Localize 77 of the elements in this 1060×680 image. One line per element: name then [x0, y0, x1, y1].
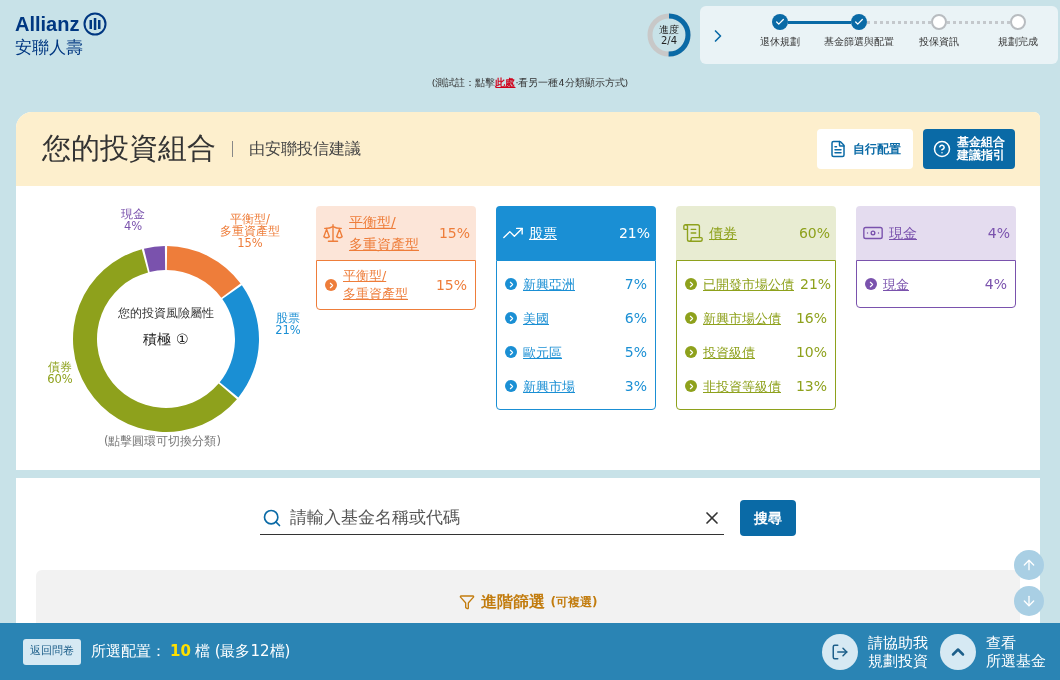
risk-value: 積極 ①	[143, 331, 189, 347]
category-percent: 21%	[618, 223, 650, 243]
progress-ring	[646, 12, 692, 58]
category-percent: 15%	[438, 223, 470, 243]
filter-hint: (可複選)	[550, 594, 598, 611]
chart-hint: (點擊圓環可切換分類)	[104, 433, 221, 450]
donut-slice[interactable]	[166, 246, 241, 298]
donut-label: 平衡型/多重資產型 15%	[220, 212, 280, 250]
test-note: (測試註：點擊此處‧看另一種4分類顯示方式)	[430, 76, 630, 90]
subcategory-percent: 5%	[624, 342, 647, 362]
certificate-icon	[682, 222, 704, 244]
category-header[interactable]: 債券 60%	[676, 206, 836, 260]
chevron-up-icon	[940, 633, 976, 670]
subcategory-percent: 4%	[984, 274, 1007, 294]
subcategory-link[interactable]: 非投資等級債	[703, 377, 790, 395]
category-header[interactable]: 現金 4%	[856, 206, 1016, 260]
subcategory-percent: 21%	[800, 274, 832, 294]
guide-button[interactable]: 基金組合建議指引	[923, 129, 1015, 169]
subcategory-link[interactable]: 美國	[523, 309, 619, 327]
subcategory-percent: 15%	[435, 275, 467, 295]
subcategory-link[interactable]: 投資級債	[703, 343, 790, 361]
back-to-survey-button[interactable]: 返回問卷	[23, 638, 81, 665]
help-plan-button[interactable]: 請協助我規劃投資	[822, 633, 928, 670]
donut-slice[interactable]	[73, 249, 237, 432]
step-label: 投保資訊	[918, 35, 959, 49]
selected-count: 10	[170, 641, 191, 663]
view-selected-funds-button[interactable]: 查看 所選基金	[940, 633, 1046, 670]
category-link[interactable]: 股票	[529, 223, 614, 243]
selected-limit: 檔 (最多12檔)	[194, 641, 291, 663]
search-field[interactable]: 請輸入基金名稱或代碼	[290, 504, 694, 531]
risk-label: 您的投資風險屬性	[118, 306, 214, 320]
subcategory-percent: 7%	[624, 274, 647, 294]
subcategory-percent: 16%	[795, 308, 827, 328]
step-label: 規劃完成	[998, 35, 1039, 49]
donut-slice[interactable]	[219, 285, 259, 398]
brand-subtitle: 安聯人壽	[15, 36, 84, 58]
exit-icon	[822, 633, 858, 670]
help-icon	[933, 140, 951, 158]
search-icon	[262, 507, 282, 528]
here-link[interactable]: 此處	[495, 77, 516, 88]
category-link[interactable]: 債券	[709, 223, 794, 243]
step-label: 退休規劃	[759, 35, 800, 49]
subcategory-link[interactable]: 現金	[883, 275, 979, 293]
subcategory-percent: 13%	[795, 376, 827, 396]
category-link: 平衡型/	[349, 213, 397, 232]
donut-label: 債券 60%	[47, 360, 73, 386]
subcategory-link[interactable]: 新興市場公債	[703, 309, 790, 327]
subcategory-link[interactable]: 新興市場	[523, 377, 619, 395]
filter-title[interactable]: 進階篩選	[480, 590, 545, 614]
category-percent: 4%	[987, 223, 1010, 243]
donut-label: 股票 21%	[275, 311, 301, 337]
view-selected-label: 查看	[986, 633, 1016, 652]
donut-slice[interactable]	[143, 246, 166, 272]
selected-label: 所選配置：	[91, 641, 166, 663]
donut-label: 現金 4%	[121, 207, 145, 233]
brand-logo-text: Allianz	[15, 12, 80, 36]
category-header[interactable]: 股票 21%	[496, 206, 656, 260]
search-button[interactable]: 搜尋	[740, 500, 796, 536]
subcategory-percent: 6%	[624, 308, 647, 328]
progress-value: 2/4	[660, 35, 678, 46]
subcategory-link[interactable]: 新興亞洲	[523, 275, 619, 293]
filter-icon	[458, 594, 475, 610]
view-selected-label: 所選基金	[986, 651, 1046, 670]
subcategory-percent: 3%	[624, 376, 647, 396]
subcategory-link[interactable]: 歐元區	[523, 343, 619, 361]
custom-allocation-button[interactable]: 自行配置	[817, 129, 913, 169]
portfolio-title: 您的投資組合	[42, 130, 216, 168]
brand-logo-icon	[83, 12, 108, 36]
portfolio-subtitle: 由安聯投信建議	[249, 138, 361, 160]
category-link[interactable]: 現金	[889, 223, 983, 243]
category-percent: 60%	[798, 223, 830, 243]
subcategory-percent: 10%	[795, 342, 827, 362]
step-label: 基金篩選與配置	[824, 35, 895, 49]
progress-label: 進度	[659, 24, 679, 35]
scale-icon	[322, 222, 344, 244]
subcategory-link[interactable]: 已開發市場公債	[703, 275, 794, 293]
document-icon	[829, 140, 847, 158]
